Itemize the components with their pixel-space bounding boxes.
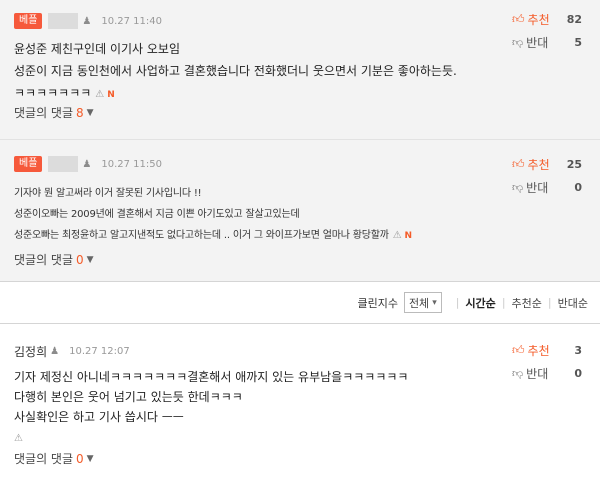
username[interactable]: 김정희 — [14, 343, 47, 360]
new-badge: N — [107, 90, 115, 100]
user-icon[interactable]: ♟ — [50, 346, 59, 357]
caret-down-icon: ▼ — [86, 107, 94, 118]
reply-label: 댓글의 댓글 — [14, 452, 74, 466]
vote-box: 👍︎ 추천 82 👎︎ 반대 5 — [512, 9, 582, 52]
comment-line: 성준오빠는 최정윤하고 알고지낸적도 없다고하는데 .. 이거 그 와이프가보면… — [14, 230, 413, 241]
sort-bar: 클린지수 전체 ▾ | 시간순 | 추천순 | 반대순 — [0, 281, 600, 324]
thumbs-down-icon: 👎︎ — [512, 366, 524, 380]
caret-down-icon: ▼ — [86, 254, 94, 265]
reply-toggle[interactable]: 댓글의 댓글 0 ▼ — [14, 251, 94, 268]
comment-line: 기자 제정신 아니네ㅋㅋㅋㅋㅋㅋㅋ결혼해서 애까지 있는 유부남을ㅋㅋㅋㅋㅋㅋ — [14, 370, 409, 384]
sort-recommend[interactable]: 추천순 — [512, 295, 542, 311]
blurred-username[interactable] — [48, 13, 79, 29]
best-badge: 베플 — [14, 156, 43, 172]
comment-line: 다행히 본인은 웃어 넘기고 있는듯 한데ㅋㅋㅋ — [14, 390, 243, 404]
comment-line: ⚠ — [14, 427, 408, 449]
oppose-button[interactable]: 👎︎ 반대 0 — [512, 363, 582, 383]
oppose-count: 0 — [574, 366, 582, 380]
oppose-count: 0 — [574, 180, 582, 194]
comment-body: 기자야 뭔 알고써라 이거 잘못된 기사입니다 !! 성준이오빠는 2009년에… — [14, 183, 412, 247]
thumbs-down-icon: 👎︎ — [512, 180, 524, 194]
user-icon[interactable]: ♟ — [82, 159, 91, 170]
comment-date: 10.27 11:40 — [101, 15, 162, 27]
comment-line: 성준이오빠는 2009년에 결혼해서 지금 이쁜 아기도있고 잘살고있는데 — [14, 209, 300, 220]
filter-value: 전체 — [408, 296, 430, 310]
recommend-count: 82 — [566, 12, 582, 26]
oppose-label: 반대 — [526, 35, 549, 50]
vote-box: 👍︎ 추천 3 👎︎ 반대 0 — [512, 340, 582, 383]
blurred-username[interactable] — [48, 156, 79, 172]
comment-item: 김정희 ♟ 10.27 12:07 👍︎ 추천 3 👎︎ 반대 0 기자 제정신 아… — [0, 324, 600, 478]
oppose-button[interactable]: 👎︎ 반대 5 — [512, 32, 582, 52]
comment-item: 베플 ♟ 10.27 11:50 👍︎ 추천 25 👎︎ 반대 0 기자야 뭔 알고… — [0, 140, 600, 281]
report-icon[interactable]: ⚠ — [393, 230, 402, 241]
comment-line: 성준이 지금 동인천에서 사업하고 결혼했습니다 전화했더니 웃으면서 기분은 … — [14, 64, 457, 78]
sort-oppose[interactable]: 반대순 — [558, 295, 588, 311]
comment-line: 윤성준 제친구인데 이기사 오보임 — [14, 42, 181, 56]
clean-index-link[interactable]: 클린지수 — [357, 295, 397, 311]
reply-label: 댓글의 댓글 — [14, 106, 74, 120]
comment-meta: 베플 ♟ 10.27 11:50 — [14, 156, 162, 172]
comment-item: 베플 ♟ 10.27 11:40 👍︎ 추천 82 👎︎ 반대 5 윤성준 제친구인… — [0, 0, 600, 140]
recommend-count: 25 — [566, 157, 582, 171]
comment-meta: 김정희 ♟ 10.27 12:07 — [14, 343, 130, 359]
oppose-button[interactable]: 👎︎ 반대 0 — [512, 177, 582, 197]
comment-line: ㅋㅋㅋㅋㅋㅋㅋ ⚠ N — [14, 86, 115, 100]
best-badge: 베플 — [14, 13, 43, 29]
caret-down-icon: ▼ — [86, 453, 94, 464]
comment-body: 기자 제정신 아니네ㅋㅋㅋㅋㅋㅋㅋ결혼해서 애까지 있는 유부남을ㅋㅋㅋㅋㅋㅋ … — [14, 367, 408, 449]
report-icon[interactable]: ⚠ — [95, 89, 104, 100]
comment-line: 기자야 뭔 알고써라 이거 잘못된 기사입니다 !! — [14, 188, 202, 199]
comment-meta: 베플 ♟ 10.27 11:40 — [14, 13, 162, 29]
comment-line: 사실확인은 하고 기사 씁시다 ㅡㅡ — [14, 410, 184, 424]
reply-toggle[interactable]: 댓글의 댓글 0 ▼ — [14, 450, 94, 467]
filter-select[interactable]: 전체 ▾ — [403, 292, 442, 313]
recommend-label: 추천 — [527, 157, 550, 172]
reply-count: 0 — [76, 252, 84, 267]
reply-count: 0 — [76, 451, 84, 466]
recommend-label: 추천 — [527, 343, 550, 358]
comment-date: 10.27 12:07 — [69, 345, 130, 357]
comment-date: 10.27 11:50 — [101, 158, 162, 170]
thumbs-down-icon: 👎︎ — [512, 35, 524, 49]
reply-toggle[interactable]: 댓글의 댓글 8 ▼ — [14, 104, 94, 121]
thumbs-up-icon: 👍︎ — [512, 11, 525, 26]
oppose-label: 반대 — [526, 180, 549, 195]
thumbs-up-icon: 👍︎ — [512, 156, 525, 171]
comment-body: 윤성준 제친구인데 이기사 오보임 성준이 지금 동인천에서 사업하고 결혼했습… — [14, 38, 457, 106]
vote-box: 👍︎ 추천 25 👎︎ 반대 0 — [512, 154, 582, 197]
new-badge: N — [404, 231, 413, 241]
recommend-button[interactable]: 👍︎ 추천 3 — [512, 340, 582, 360]
oppose-label: 반대 — [526, 366, 549, 381]
oppose-count: 5 — [574, 35, 582, 49]
user-icon[interactable]: ♟ — [82, 16, 91, 27]
thumbs-up-icon: 👍︎ — [512, 342, 525, 357]
recommend-button[interactable]: 👍︎ 추천 82 — [512, 9, 582, 29]
reply-count: 8 — [76, 105, 84, 120]
recommend-count: 3 — [574, 343, 582, 357]
reply-label: 댓글의 댓글 — [14, 253, 74, 267]
caret-down-icon: ▾ — [432, 297, 437, 308]
sort-time[interactable]: 시간순 — [465, 295, 495, 311]
report-icon[interactable]: ⚠ — [14, 433, 23, 444]
recommend-button[interactable]: 👍︎ 추천 25 — [512, 154, 582, 174]
recommend-label: 추천 — [527, 12, 550, 27]
